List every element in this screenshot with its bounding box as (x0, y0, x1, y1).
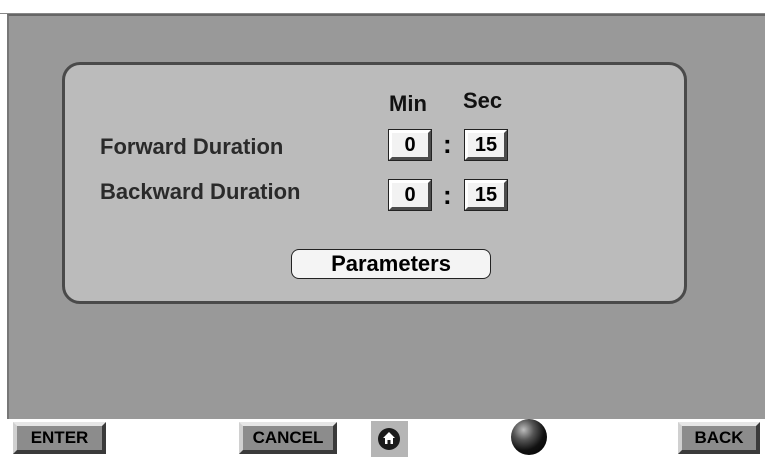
cancel-button[interactable]: CANCEL (239, 422, 337, 454)
backward-sec-field[interactable]: 15 (464, 179, 508, 211)
backward-colon: : (443, 180, 452, 210)
backward-duration-label: Backward Duration (100, 179, 301, 204)
home-icon (383, 432, 395, 444)
forward-colon: : (443, 129, 452, 159)
parameters-button[interactable]: Parameters (291, 249, 491, 279)
home-button[interactable] (371, 421, 408, 457)
status-ball-icon (511, 419, 547, 455)
forward-min-field[interactable]: 0 (388, 129, 432, 161)
forward-sec-field[interactable]: 15 (464, 129, 508, 161)
backward-min-field[interactable]: 0 (388, 179, 432, 211)
enter-button[interactable]: ENTER (13, 422, 106, 454)
top-strip (0, 0, 765, 14)
forward-duration-label: Forward Duration (100, 134, 284, 159)
min-header: Min (389, 91, 427, 116)
back-button[interactable]: BACK (678, 422, 760, 454)
sec-header: Sec (463, 88, 503, 113)
